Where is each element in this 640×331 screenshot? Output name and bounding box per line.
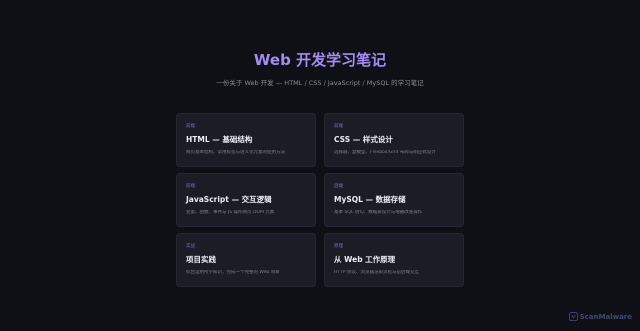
card-tag: 前端 <box>334 124 343 129</box>
card-title: MySQL — 数据存储 <box>334 195 406 204</box>
card-description: HTTP 协议、浏览器渲染流程与前后端交互 <box>334 270 419 275</box>
card-title: 项目实践 <box>186 255 216 264</box>
card-grid: 前端 HTML — 基础结构 网页基本结构、常用标签与语义化元素的使用方法 前端… <box>176 113 464 287</box>
card-javascript[interactable]: 前端 JavaScript — 交互逻辑 变量、函数、事件与 JS 操作网页 D… <box>176 173 316 227</box>
watermark: ScanMalware <box>568 312 632 321</box>
card-description: 网页基本结构、常用标签与语义化元素的使用方法 <box>186 150 285 155</box>
card-tag: 原理 <box>334 244 343 249</box>
page-title: Web 开发学习笔记 <box>253 51 387 69</box>
card-title: JavaScript — 交互逻辑 <box>186 195 272 204</box>
page-subtitle: 一份关于 Web 开发 — HTML / CSS / JavaScript / … <box>216 79 424 87</box>
scanmalware-logo-icon <box>568 312 578 321</box>
card-title: 从 Web 工作原理 <box>334 255 396 264</box>
watermark-text: ScanMalware <box>579 312 632 321</box>
card-description: 基本 SQL 语句、数据表设计与增删改查操作 <box>334 210 423 215</box>
card-css[interactable]: 前端 CSS — 样式设计 选择器、盒模型、Flexbox/Grid 布局与响应… <box>324 113 464 167</box>
card-tag: 前端 <box>186 124 195 129</box>
card-tag: 前端 <box>186 184 195 189</box>
card-description: 综合运用所学知识，完成一个完整的 Web 项目 <box>186 270 280 275</box>
card-description: 变量、函数、事件与 JS 操作网页 DOM 元素 <box>186 210 275 215</box>
card-web-principles[interactable]: 原理 从 Web 工作原理 HTTP 协议、浏览器渲染流程与前后端交互 <box>324 233 464 287</box>
card-title: CSS — 样式设计 <box>334 135 393 144</box>
card-html[interactable]: 前端 HTML — 基础结构 网页基本结构、常用标签与语义化元素的使用方法 <box>176 113 316 167</box>
card-tag: 实战 <box>186 244 195 249</box>
page: Web 开发学习笔记 一份关于 Web 开发 — HTML / CSS / Ja… <box>0 0 640 331</box>
card-project[interactable]: 实战 项目实践 综合运用所学知识，完成一个完整的 Web 项目 <box>176 233 316 287</box>
card-title: HTML — 基础结构 <box>186 135 253 144</box>
card-description: 选择器、盒模型、Flexbox/Grid 布局与响应式设计 <box>334 150 436 155</box>
card-tag: 后端 <box>334 184 343 189</box>
card-mysql[interactable]: 后端 MySQL — 数据存储 基本 SQL 语句、数据表设计与增删改查操作 <box>324 173 464 227</box>
